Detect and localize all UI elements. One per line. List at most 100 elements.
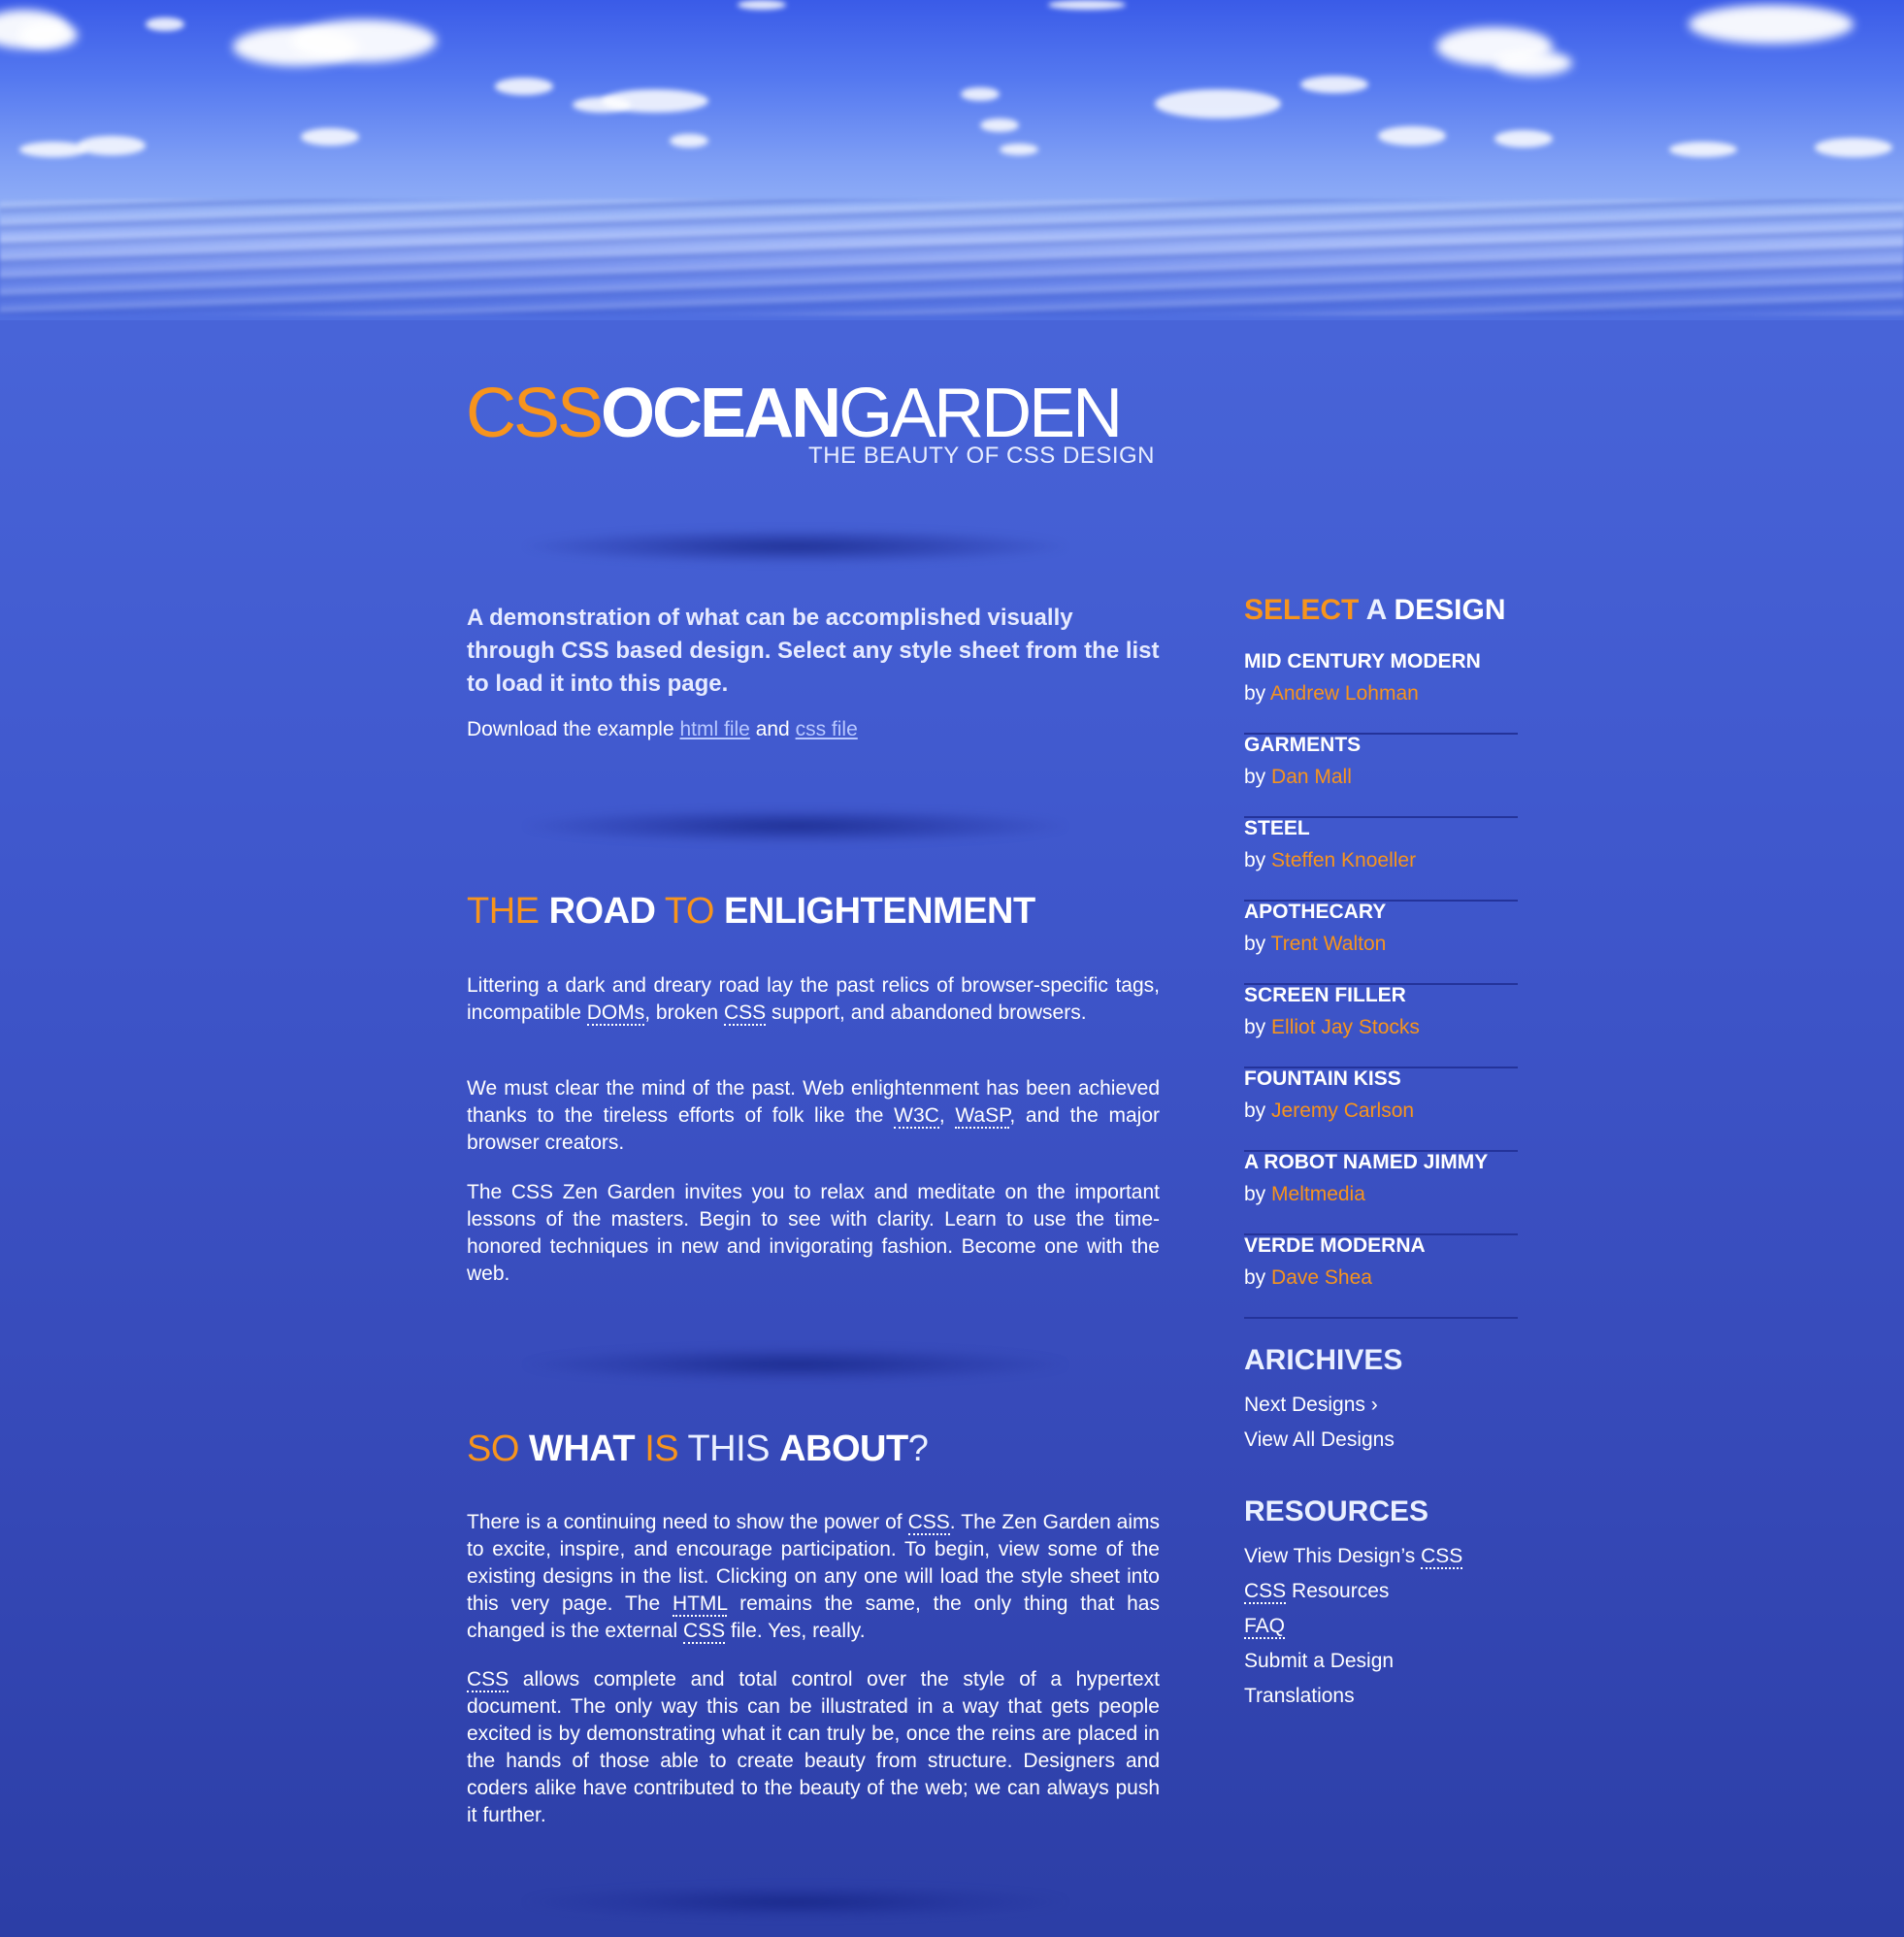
section-divider-shadow — [524, 1885, 1067, 1920]
wasp-abbr: WaSP — [955, 1104, 1010, 1129]
by-label: by — [1244, 933, 1266, 955]
title-word: TO — [664, 891, 715, 932]
designer-link[interactable]: Steffen Knoeller — [1271, 849, 1416, 871]
design-byline: by Elliot Jay Stocks — [1244, 1016, 1420, 1039]
preamble-paragraph-2: We must clear the mind of the past. Web … — [467, 1075, 1160, 1157]
css-abbr: CSS — [723, 1001, 767, 1026]
doms-abbr: DOMs — [586, 1001, 645, 1026]
design-name-link[interactable]: STEEL — [1244, 817, 1310, 840]
logo-wordmark: CSSOCEANGARDEN — [466, 378, 1155, 448]
html-abbr: HTML — [672, 1592, 728, 1617]
design-byline: by Trent Walton — [1244, 933, 1386, 956]
design-name-link[interactable]: A ROBOT NAMED JIMMY — [1244, 1151, 1488, 1174]
design-item[interactable]: FOUNTAIN KISS by Jeremy Carlson — [1244, 1067, 1518, 1152]
design-byline: by Jeremy Carlson — [1244, 1100, 1414, 1123]
explanation-paragraph-2: CSS allows complete and total control ov… — [467, 1666, 1160, 1829]
download-prefix: Download the example — [467, 718, 674, 740]
text: file. Yes, really. — [725, 1620, 866, 1642]
designer-link[interactable]: Dave Shea — [1271, 1266, 1372, 1289]
by-label: by — [1244, 1100, 1266, 1122]
intro-summary: A demonstration of what can be accomplis… — [467, 605, 1160, 697]
select-design-heading: SELECT A DESIGN — [1244, 594, 1506, 627]
link-text: Resources — [1286, 1580, 1390, 1602]
css-file-link[interactable]: css file — [796, 718, 858, 740]
css-abbr: CSS — [467, 1668, 509, 1692]
title-word: ROAD — [548, 891, 656, 932]
title-word: THIS — [687, 1428, 771, 1469]
css-abbr: CSS — [682, 1620, 726, 1644]
design-item[interactable]: SCREEN FILLER by Elliot Jay Stocks — [1244, 984, 1518, 1068]
site-logo: CSSOCEANGARDEN THE BEAUTY OF CSS DESIGN — [466, 378, 1155, 469]
design-byline: by Meltmedia — [1244, 1183, 1365, 1206]
w3c-abbr: W3C — [894, 1104, 939, 1129]
view-all-designs-link[interactable]: View All Designs — [1244, 1428, 1395, 1451]
css-abbr: CSS — [1244, 1580, 1287, 1604]
design-item[interactable]: APOTHECARY by Trent Walton — [1244, 901, 1518, 985]
preamble-title: THE ROAD TO ENLIGHTENMENT — [467, 891, 1035, 933]
design-name-link[interactable]: VERDE MODERNA — [1244, 1234, 1426, 1258]
designer-link[interactable]: Elliot Jay Stocks — [1271, 1016, 1420, 1038]
text: , — [938, 1104, 956, 1127]
by-label: by — [1244, 766, 1266, 788]
design-item[interactable]: A ROBOT NAMED JIMMY by Meltmedia — [1244, 1151, 1518, 1235]
logo-ocean-text: OCEAN — [601, 375, 841, 452]
next-designs-link[interactable]: Next Designs › — [1244, 1394, 1378, 1416]
preamble-paragraph-3: The CSS Zen Garden invites you to relax … — [467, 1181, 1160, 1285]
text: support, and abandoned browsers. — [766, 1001, 1087, 1024]
title-word: ABOUT — [779, 1428, 908, 1469]
logo-garden-text: GARDEN — [838, 375, 1123, 452]
designer-link[interactable]: Andrew Lohman — [1270, 682, 1419, 705]
by-label: by — [1244, 682, 1266, 705]
resources-heading: RESOURCES — [1244, 1495, 1428, 1528]
designer-link[interactable]: Meltmedia — [1271, 1183, 1365, 1205]
by-label: by — [1244, 1266, 1266, 1289]
design-byline: by Andrew Lohman — [1244, 682, 1419, 706]
design-name-link[interactable]: GARMENTS — [1244, 734, 1361, 757]
text: , broken — [644, 1001, 724, 1024]
explanation-paragraph-1: There is a continuing need to show the p… — [467, 1509, 1160, 1645]
section-divider-shadow — [524, 808, 1067, 843]
design-name-link[interactable]: MID CENTURY MODERN — [1244, 650, 1481, 673]
design-item[interactable]: STEEL by Steffen Knoeller — [1244, 817, 1518, 902]
sky-ocean-header-image — [0, 0, 1904, 320]
design-name-link[interactable]: SCREEN FILLER — [1244, 984, 1406, 1007]
title-word: IS — [644, 1428, 679, 1469]
by-label: by — [1244, 1183, 1266, 1205]
faq-abbr: FAQ — [1244, 1615, 1286, 1639]
heading-word: SELECT — [1244, 594, 1360, 626]
section-divider-shadow — [524, 1347, 1067, 1382]
design-item[interactable]: MID CENTURY MODERN by Andrew Lohman — [1244, 650, 1518, 735]
explanation-title: SO WHAT IS THIS ABOUT? — [467, 1428, 929, 1470]
logo-css-text: CSS — [466, 375, 604, 452]
text: There is a continuing need to show the p… — [467, 1511, 908, 1533]
designer-link[interactable]: Jeremy Carlson — [1271, 1100, 1414, 1122]
faq-link[interactable]: FAQ — [1244, 1615, 1286, 1639]
text: allows complete and total control over t… — [467, 1668, 1160, 1826]
download-line: Download the example html file and css f… — [467, 718, 858, 741]
preamble-paragraph-1: Littering a dark and dreary road lay the… — [467, 972, 1160, 1027]
html-file-link[interactable]: html file — [679, 718, 749, 740]
title-punctuation: ? — [907, 1428, 929, 1469]
design-item[interactable]: VERDE MODERNA by Dave Shea — [1244, 1234, 1518, 1319]
css-resources-link[interactable]: CSS Resources — [1244, 1580, 1389, 1604]
download-and: and — [755, 718, 790, 740]
archives-links: Next Designs › View All Designs — [1244, 1388, 1395, 1458]
translations-link[interactable]: Translations — [1244, 1685, 1355, 1707]
design-item[interactable]: GARMENTS by Dan Mall — [1244, 734, 1518, 818]
title-word: THE — [467, 891, 540, 932]
design-name-link[interactable]: FOUNTAIN KISS — [1244, 1067, 1401, 1091]
ocean-waves — [0, 199, 1904, 315]
design-name-link[interactable]: APOTHECARY — [1244, 901, 1386, 924]
heading-word: ARICHIVES — [1244, 1344, 1403, 1376]
title-word: WHAT — [528, 1428, 636, 1469]
submit-design-link[interactable]: Submit a Design — [1244, 1650, 1394, 1672]
resources-links: View This Design’s CSS CSS Resources FAQ… — [1244, 1539, 1463, 1714]
title-word: ENLIGHTENMENT — [723, 891, 1035, 932]
heading-word: DESIGN — [1394, 594, 1506, 626]
view-design-css-link[interactable]: View This Design’s CSS — [1244, 1545, 1463, 1569]
css-abbr: CSS — [907, 1511, 950, 1535]
css-abbr: CSS — [1421, 1545, 1463, 1569]
designer-link[interactable]: Dan Mall — [1271, 766, 1352, 788]
designer-link[interactable]: Trent Walton — [1271, 933, 1387, 955]
link-text: View This Design’s — [1244, 1545, 1422, 1567]
